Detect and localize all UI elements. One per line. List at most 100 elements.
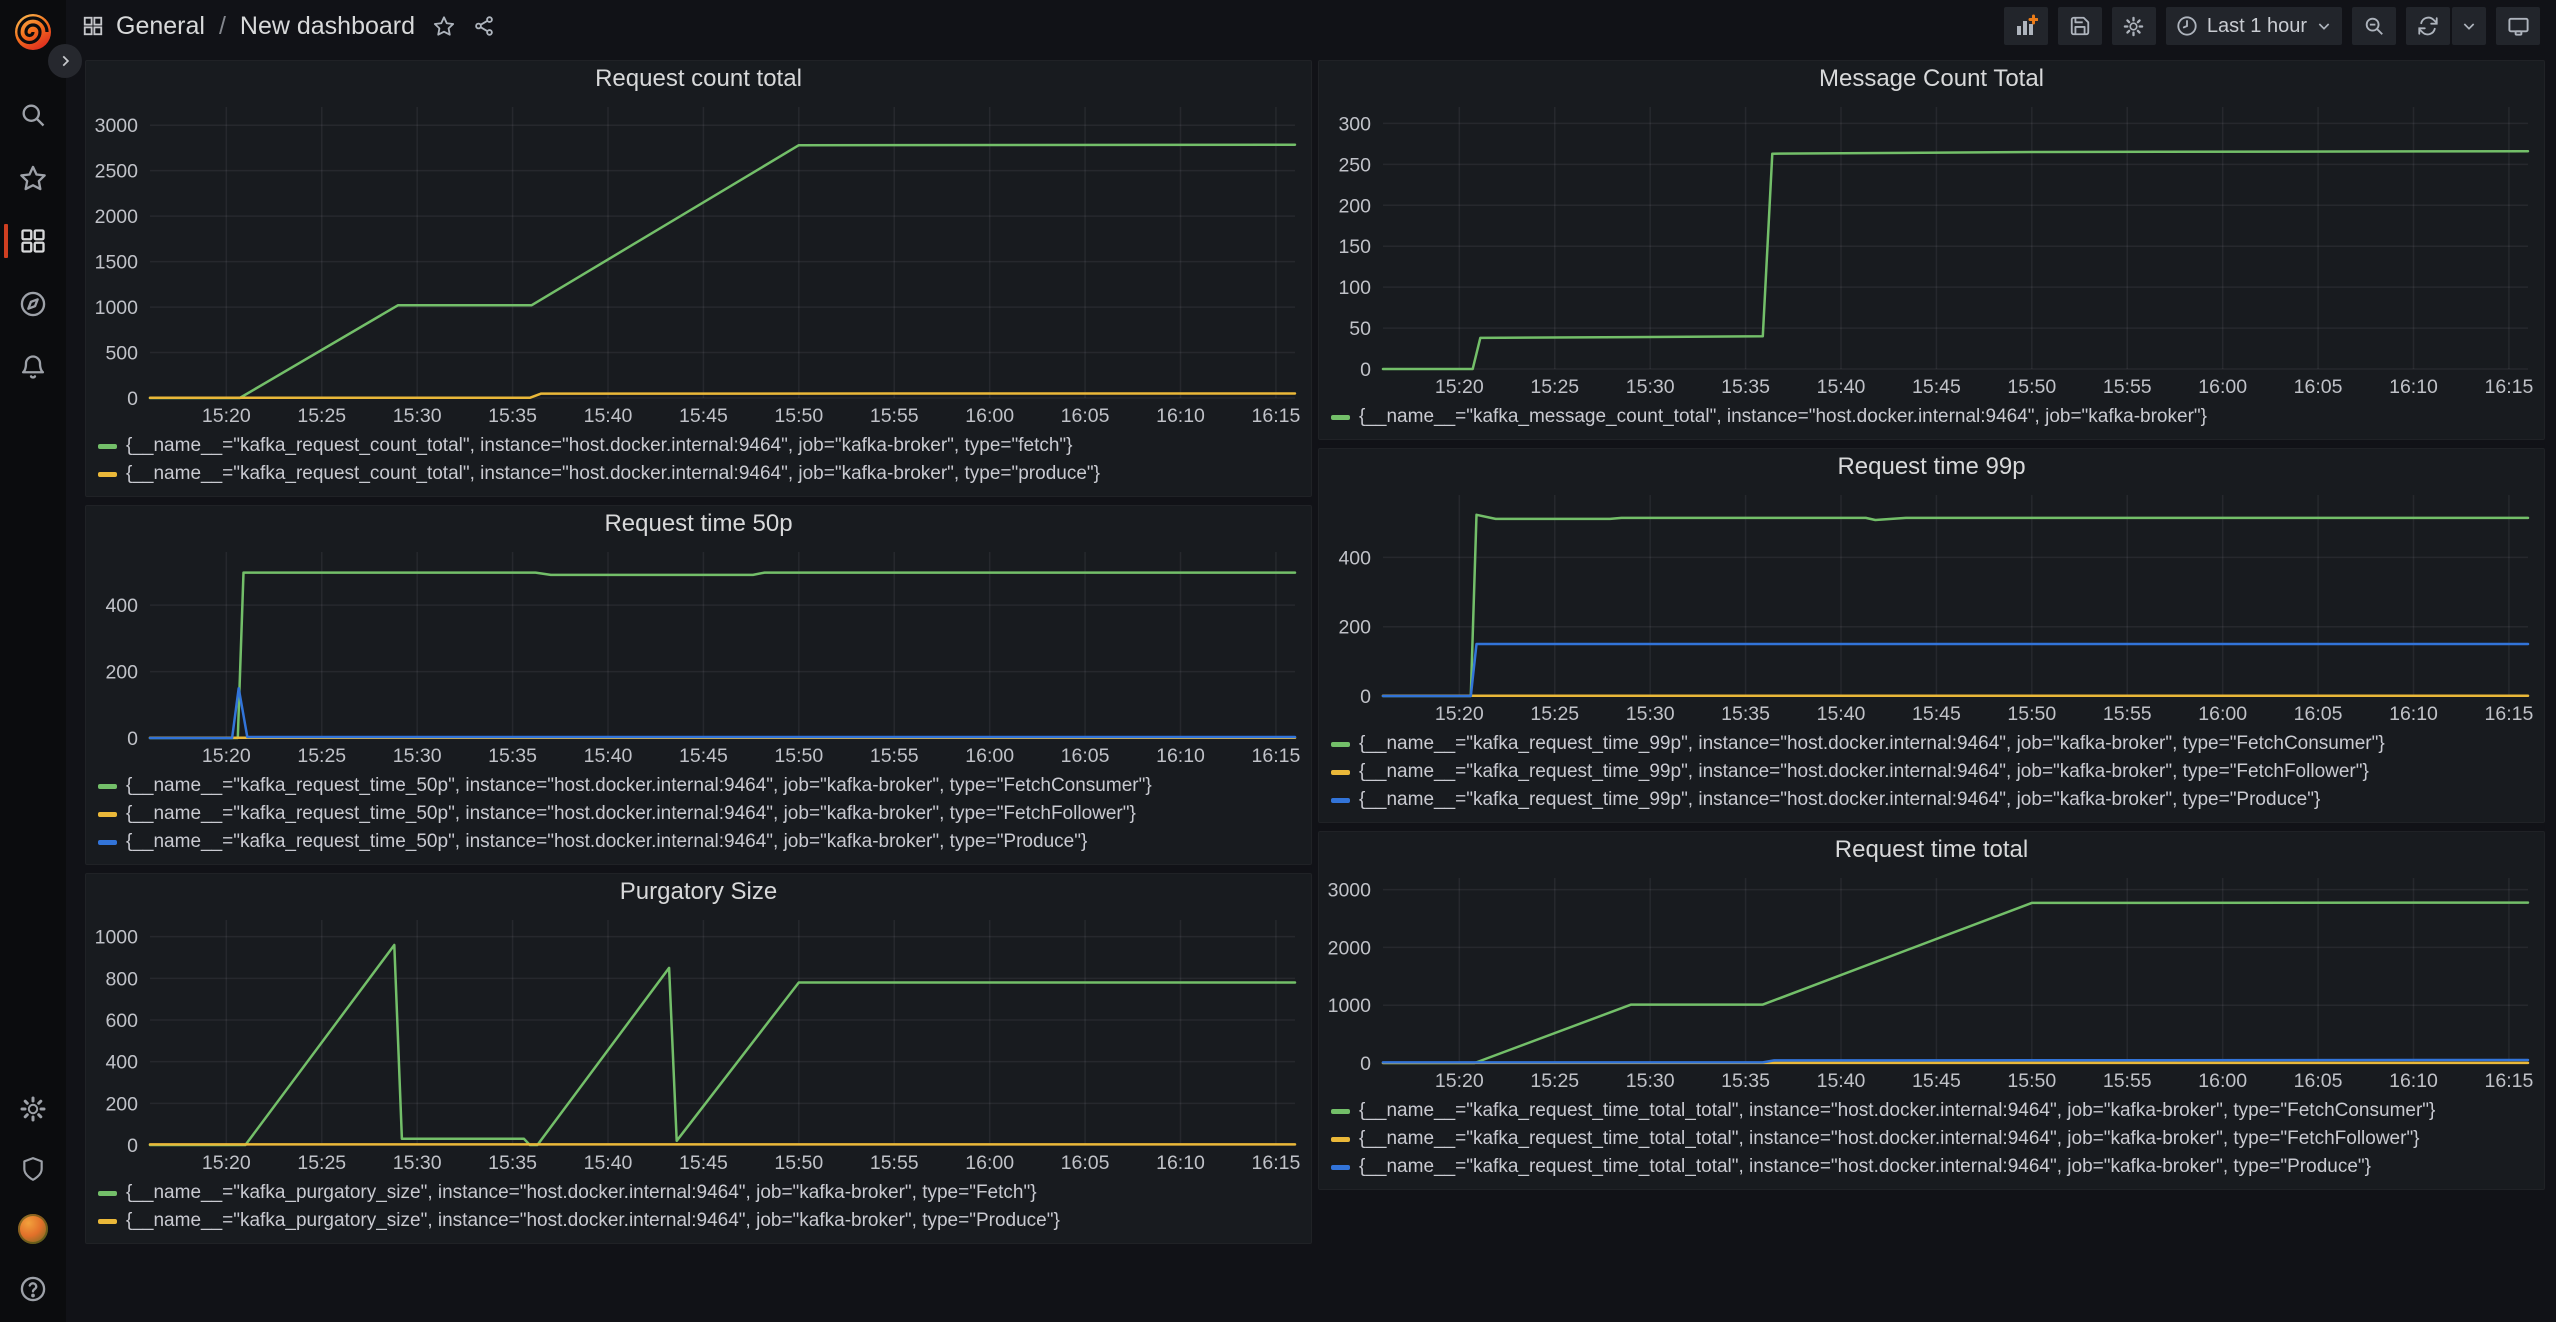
legend-item[interactable]: {__name__="kafka_request_time_50p", inst… <box>98 772 1301 800</box>
legend-item[interactable]: {__name__="kafka_request_time_50p", inst… <box>98 800 1301 828</box>
legend-item[interactable]: {__name__="kafka_request_time_total_tota… <box>1331 1153 2534 1181</box>
svg-text:600: 600 <box>105 1010 138 1032</box>
legend-swatch <box>1331 1109 1350 1114</box>
refresh-icon <box>2417 15 2439 37</box>
gear-icon <box>19 1095 47 1123</box>
sidebar-bottom <box>0 1064 66 1304</box>
svg-text:16:10: 16:10 <box>2389 376 2438 398</box>
star-dashboard-button[interactable] <box>433 15 455 37</box>
panel-legend: {__name__="kafka_request_time_50p", inst… <box>86 770 1311 864</box>
svg-text:3000: 3000 <box>95 115 139 137</box>
time-series-chart[interactable]: 15:2015:2515:3015:3515:4015:4515:5015:55… <box>1319 485 2544 728</box>
time-series-chart[interactable]: 15:2015:2515:3015:3515:4015:4515:5015:55… <box>86 910 1311 1177</box>
legend-label: {__name__="kafka_purgatory_size", instan… <box>126 1210 1060 1232</box>
svg-text:15:50: 15:50 <box>774 1152 823 1174</box>
svg-text:15:25: 15:25 <box>297 745 346 767</box>
cycle-view-mode-button[interactable] <box>2496 7 2540 45</box>
svg-text:16:15: 16:15 <box>2485 703 2534 725</box>
legend-label: {__name__="kafka_request_time_99p", inst… <box>1359 789 2320 811</box>
save-dashboard-button[interactable] <box>2058 7 2102 45</box>
legend-item[interactable]: {__name__="kafka_request_count_total", i… <box>98 460 1301 488</box>
legend-item[interactable]: {__name__="kafka_request_time_total_tota… <box>1331 1097 2534 1125</box>
add-panel-button[interactable] <box>2004 7 2048 45</box>
svg-text:15:35: 15:35 <box>488 745 537 767</box>
svg-text:150: 150 <box>1338 236 1371 258</box>
svg-text:16:00: 16:00 <box>2198 703 2247 725</box>
legend-swatch <box>98 472 117 477</box>
sidebar-item-configuration[interactable] <box>0 1094 66 1124</box>
legend-item[interactable]: {__name__="kafka_request_time_total_tota… <box>1331 1125 2534 1153</box>
svg-text:400: 400 <box>105 595 138 617</box>
dashboard-grid: Request count total 15:2015:2515:3015:35… <box>66 52 2556 1322</box>
panel-legend: {__name__="kafka_request_time_99p", inst… <box>1319 728 2544 822</box>
svg-text:15:30: 15:30 <box>1626 1070 1675 1092</box>
svg-text:16:05: 16:05 <box>2294 703 2343 725</box>
time-series-chart[interactable]: 15:2015:2515:3015:3515:4015:4515:5015:55… <box>86 97 1311 430</box>
sidebar-item-help[interactable] <box>0 1274 66 1304</box>
sidebar-item-server-admin[interactable] <box>0 1154 66 1184</box>
legend-item[interactable]: {__name__="kafka_request_time_99p", inst… <box>1331 758 2534 786</box>
time-series-chart[interactable]: 15:2015:2515:3015:3515:4015:4515:5015:55… <box>86 542 1311 770</box>
svg-text:15:30: 15:30 <box>393 405 442 427</box>
panel-title[interactable]: Purgatory Size <box>86 874 1311 910</box>
legend-item[interactable]: {__name__="kafka_purgatory_size", instan… <box>98 1207 1301 1235</box>
svg-text:0: 0 <box>1360 1053 1371 1075</box>
breadcrumb-section[interactable]: General <box>116 12 205 41</box>
shield-icon <box>20 1155 46 1183</box>
zoom-out-button[interactable] <box>2352 7 2396 45</box>
svg-text:15:55: 15:55 <box>2103 376 2152 398</box>
panel-title[interactable]: Message Count Total <box>1319 61 2544 97</box>
legend-item[interactable]: {__name__="kafka_request_time_99p", inst… <box>1331 730 2534 758</box>
share-dashboard-button[interactable] <box>473 15 495 37</box>
legend-item[interactable]: {__name__="kafka_request_count_total", i… <box>98 432 1301 460</box>
legend-item[interactable]: {__name__="kafka_request_time_99p", inst… <box>1331 786 2534 814</box>
legend-label: {__name__="kafka_message_count_total", i… <box>1359 406 2207 428</box>
chevron-down-icon <box>2461 18 2477 34</box>
panel-title[interactable]: Request time 50p <box>86 506 1311 542</box>
legend-swatch <box>1331 770 1350 775</box>
sidebar-item-explore[interactable] <box>0 289 66 319</box>
time-series-chart[interactable]: 15:2015:2515:3015:3515:4015:4515:5015:55… <box>1319 868 2544 1095</box>
svg-text:500: 500 <box>105 343 138 365</box>
svg-text:0: 0 <box>127 728 138 750</box>
time-series-chart[interactable]: 15:2015:2515:3015:3515:4015:4515:5015:55… <box>1319 97 2544 401</box>
legend-swatch <box>1331 415 1350 420</box>
refresh-button[interactable] <box>2406 7 2450 45</box>
panel-legend: {__name__="kafka_purgatory_size", instan… <box>86 1177 1311 1243</box>
legend-swatch <box>98 784 117 789</box>
svg-text:16:15: 16:15 <box>2485 376 2534 398</box>
legend-label: {__name__="kafka_request_time_total_tota… <box>1359 1128 2420 1150</box>
sidebar-item-user-profile[interactable] <box>0 1214 66 1244</box>
grafana-logo[interactable] <box>11 10 55 54</box>
sidebar-item-alerting[interactable] <box>0 352 66 382</box>
dashboard-settings-button[interactable] <box>2112 7 2156 45</box>
svg-text:1500: 1500 <box>95 252 139 274</box>
refresh-interval-dropdown[interactable] <box>2452 7 2486 45</box>
svg-text:15:40: 15:40 <box>584 405 633 427</box>
legend-item[interactable]: {__name__="kafka_request_time_50p", inst… <box>98 828 1301 856</box>
svg-text:15:35: 15:35 <box>488 1152 537 1174</box>
star-icon <box>19 164 47 192</box>
panel-title[interactable]: Request time 99p <box>1319 449 2544 485</box>
star-icon <box>433 15 455 37</box>
legend-swatch <box>1331 798 1350 803</box>
svg-text:0: 0 <box>1360 686 1371 708</box>
panel-title[interactable]: Request time total <box>1319 832 2544 868</box>
svg-text:15:35: 15:35 <box>1721 703 1770 725</box>
legend-label: {__name__="kafka_request_time_99p", inst… <box>1359 733 2385 755</box>
legend-item[interactable]: {__name__="kafka_message_count_total", i… <box>1331 403 2534 431</box>
sidebar-item-starred[interactable] <box>0 163 66 193</box>
breadcrumb-page-title[interactable]: New dashboard <box>240 12 415 41</box>
svg-text:15:55: 15:55 <box>870 405 919 427</box>
panel-legend: {__name__="kafka_request_count_total", i… <box>86 430 1311 496</box>
svg-text:16:15: 16:15 <box>2485 1070 2534 1092</box>
apps-grid-icon <box>82 15 104 37</box>
svg-text:1000: 1000 <box>1328 995 1372 1017</box>
expand-sidebar-toggle[interactable] <box>48 44 82 78</box>
svg-text:100: 100 <box>1338 277 1371 299</box>
sidebar-item-dashboards[interactable] <box>0 226 66 256</box>
legend-item[interactable]: {__name__="kafka_purgatory_size", instan… <box>98 1179 1301 1207</box>
panel-title[interactable]: Request count total <box>86 61 1311 97</box>
time-range-picker[interactable]: Last 1 hour <box>2166 7 2342 45</box>
sidebar-item-search[interactable] <box>0 100 66 130</box>
